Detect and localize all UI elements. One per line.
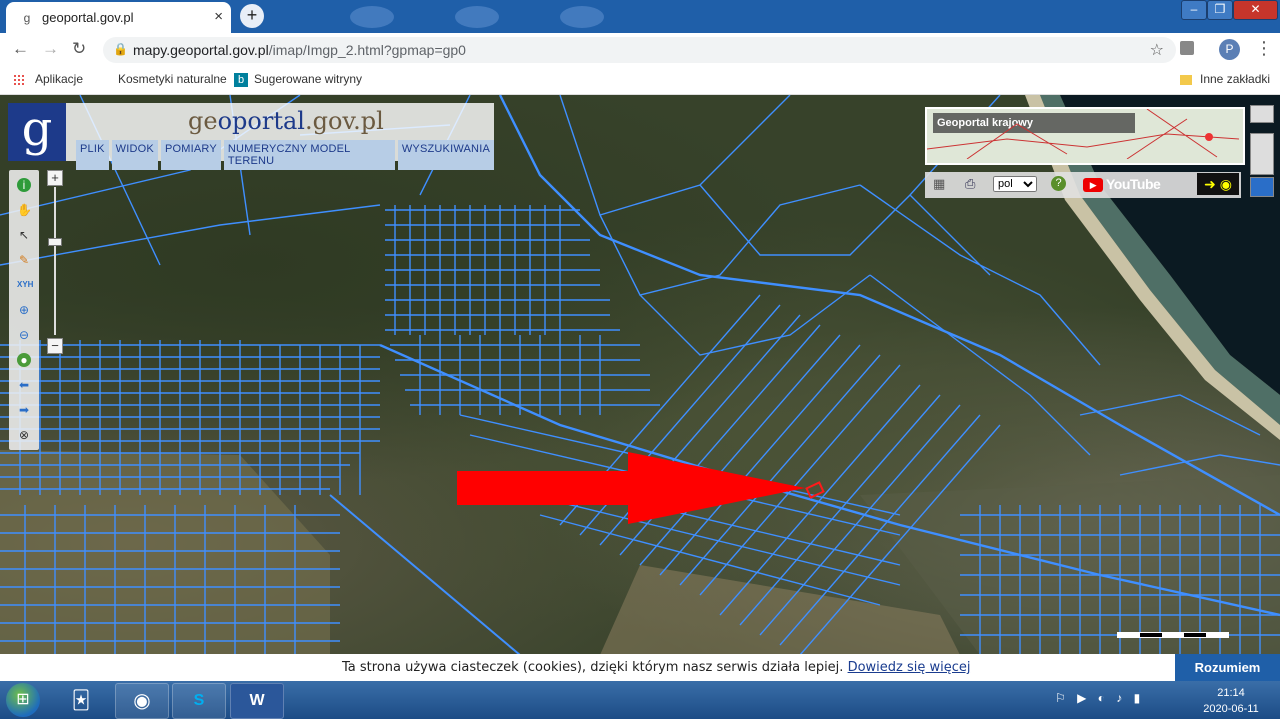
zoom-in-icon[interactable]: ⊕ xyxy=(17,303,31,317)
layer-slider[interactable] xyxy=(1250,133,1274,175)
compass-icon[interactable]: ⊗ xyxy=(17,428,31,442)
map-right-tools: ▦ ⎙ pol ? ▶ YouTube ➜ ◉ xyxy=(925,172,1241,198)
bookmark-kosmetyki[interactable]: Kosmetyki naturalne xyxy=(118,72,227,86)
background-decoration xyxy=(560,6,604,28)
zoom-slider[interactable]: + − xyxy=(45,170,65,355)
url-input[interactable]: 🔒 mapy.geoportal.gov.pl/imap/Imgp_2.html… xyxy=(103,37,1176,63)
browser-menu-icon[interactable]: ⋮ xyxy=(1255,38,1273,59)
menu-nmt[interactable]: NUMERYCZNY MODEL TERENU xyxy=(223,140,395,170)
overview-lines xyxy=(927,109,1239,159)
folder-icon xyxy=(1180,74,1192,85)
map-canvas[interactable]: g geoportal.gov.pl PLIK WIDOK POMIARY NU… xyxy=(0,95,1280,655)
lock-icon: 🔒 xyxy=(113,42,128,56)
menu-wyszukiwania[interactable]: WYSZUKIWANIA xyxy=(397,140,494,170)
address-bar-row: ← → ↻ 🔒 mapy.geoportal.gov.pl/imap/Imgp_… xyxy=(0,33,1280,66)
background-decoration xyxy=(455,6,499,28)
selected-parcel[interactable] xyxy=(805,481,825,499)
url-path: /imap/Imgp_2.html?gpmap=gp0 xyxy=(268,42,466,58)
geoportal-title: geoportal.gov.pl xyxy=(188,107,384,135)
title-part-oportal: oportal xyxy=(217,107,305,135)
forward-icon[interactable]: → xyxy=(42,39,59,59)
zoom-knob[interactable] xyxy=(48,238,62,246)
minimize-button[interactable]: – xyxy=(1181,0,1207,20)
info-icon[interactable]: i xyxy=(17,178,31,192)
extension-icon[interactable] xyxy=(1180,41,1194,55)
windows-taskbar: ⊞ 🃏 ◉ S W ⚐ ▶ ◐ ♪ ▮ 21:14 2020-06-11 xyxy=(0,681,1280,719)
system-clock[interactable]: 21:14 2020-06-11 xyxy=(1196,685,1266,717)
geoportal-header: g geoportal.gov.pl PLIK WIDOK POMIARY NU… xyxy=(8,103,494,170)
title-part-domain: .gov.pl xyxy=(304,107,384,135)
zoom-plus-button[interactable]: + xyxy=(47,170,63,186)
file-app-icon[interactable]: 🃏 xyxy=(55,683,107,717)
new-tab-button[interactable]: + xyxy=(240,4,264,28)
skype-icon[interactable]: S xyxy=(172,683,226,719)
print-icon[interactable]: ⎙ xyxy=(965,176,975,192)
bing-icon: b xyxy=(234,72,248,87)
bookmark-other[interactable]: Inne zakładki xyxy=(1200,72,1270,86)
menu-widok[interactable]: WIDOK xyxy=(111,140,158,170)
zoom-minus-button[interactable]: − xyxy=(47,338,63,354)
menu-pomiary[interactable]: POMIARY xyxy=(160,140,221,170)
scale-bar xyxy=(1117,632,1229,638)
back-arrow-icon[interactable]: ⬅ xyxy=(17,378,31,392)
tab-favicon-icon: g xyxy=(23,11,31,25)
forward-arrow-icon[interactable]: ➡ xyxy=(17,403,31,417)
bookmarks-bar: Aplikacje Kosmetyki naturalne b Sugerowan… xyxy=(0,66,1280,95)
youtube-link[interactable]: ▶ YouTube xyxy=(1083,176,1161,193)
zoom-track xyxy=(54,187,56,335)
clock-date: 2020-06-11 xyxy=(1203,703,1259,715)
profile-avatar[interactable]: P xyxy=(1219,39,1240,60)
maximize-button[interactable]: ❐ xyxy=(1207,0,1233,20)
browser-title-bar: g geoportal.gov.pl × + – ❐ ✕ xyxy=(0,0,1280,33)
bookmark-star-icon[interactable]: ☆ xyxy=(1150,40,1164,60)
overview-location-marker xyxy=(1205,133,1213,141)
tab-title: geoportal.gov.pl xyxy=(42,10,134,25)
cookie-more-link[interactable]: Dowiedz się więcej xyxy=(848,660,971,675)
geoportal-logo[interactable]: g xyxy=(8,103,66,161)
xyh-icon[interactable]: XYH xyxy=(17,278,33,292)
clock-time: 21:14 xyxy=(1217,687,1245,699)
cookie-accept-button[interactable]: Rozumiem xyxy=(1175,654,1280,681)
tab-close-icon[interactable]: × xyxy=(214,8,223,25)
browser-tab[interactable]: g geoportal.gov.pl × xyxy=(6,2,231,33)
accessibility-eye-icon[interactable]: ➜ ◉ xyxy=(1197,173,1239,195)
red-arrow-marker xyxy=(457,452,805,524)
overview-map[interactable]: Geoportal krajowy xyxy=(925,107,1245,165)
back-icon[interactable]: ← xyxy=(12,39,29,59)
geoportal-menu: PLIK WIDOK POMIARY NUMERYCZNY MODEL TERE… xyxy=(76,140,494,170)
start-button[interactable]: ⊞ xyxy=(6,683,40,717)
table-icon[interactable]: ▦ xyxy=(933,176,945,192)
url-host: mapy.geoportal.gov.pl xyxy=(133,42,269,58)
visibility-icon[interactable] xyxy=(1250,177,1274,197)
zoom-out-icon[interactable]: ⊖ xyxy=(17,328,31,342)
bookmark-sugerowane[interactable]: Sugerowane witryny xyxy=(254,72,362,86)
language-select[interactable]: pol xyxy=(993,176,1037,192)
globe-icon[interactable]: ● xyxy=(17,353,31,367)
menu-plik[interactable]: PLIK xyxy=(76,140,109,170)
youtube-label: YouTube xyxy=(1106,176,1161,192)
right-edge-controls xyxy=(1250,105,1274,197)
reload-icon[interactable]: ↻ xyxy=(72,39,86,59)
background-decoration xyxy=(350,6,394,28)
bookmark-apps[interactable]: Aplikacje xyxy=(35,72,83,86)
window-close-button[interactable]: ✕ xyxy=(1233,0,1278,20)
help-icon[interactable]: ? xyxy=(1051,176,1066,191)
youtube-play-icon: ▶ xyxy=(1083,178,1103,193)
pan-hand-icon[interactable]: ✋ xyxy=(17,203,32,217)
pencil-icon[interactable]: ✎ xyxy=(17,253,31,267)
word-icon[interactable]: W xyxy=(230,683,284,719)
cookie-text: Ta strona używa ciasteczek (cookies), dz… xyxy=(342,660,844,675)
select-arrow-icon[interactable]: ↖ xyxy=(17,228,31,242)
cookie-banner: Ta strona używa ciasteczek (cookies), dz… xyxy=(0,654,1280,681)
apps-grid-icon xyxy=(13,74,25,86)
chrome-icon[interactable]: ◉ xyxy=(115,683,169,719)
title-part-ge: ge xyxy=(188,107,218,135)
system-tray-icons[interactable]: ⚐ ▶ ◐ ♪ ▮ xyxy=(1055,691,1144,705)
map-toolbar: i ✋ ↖ ✎ XYH ⊕ ⊖ ● ⬅ ➡ ⊗ xyxy=(9,170,39,450)
map-settings-icon[interactable] xyxy=(1250,105,1274,123)
